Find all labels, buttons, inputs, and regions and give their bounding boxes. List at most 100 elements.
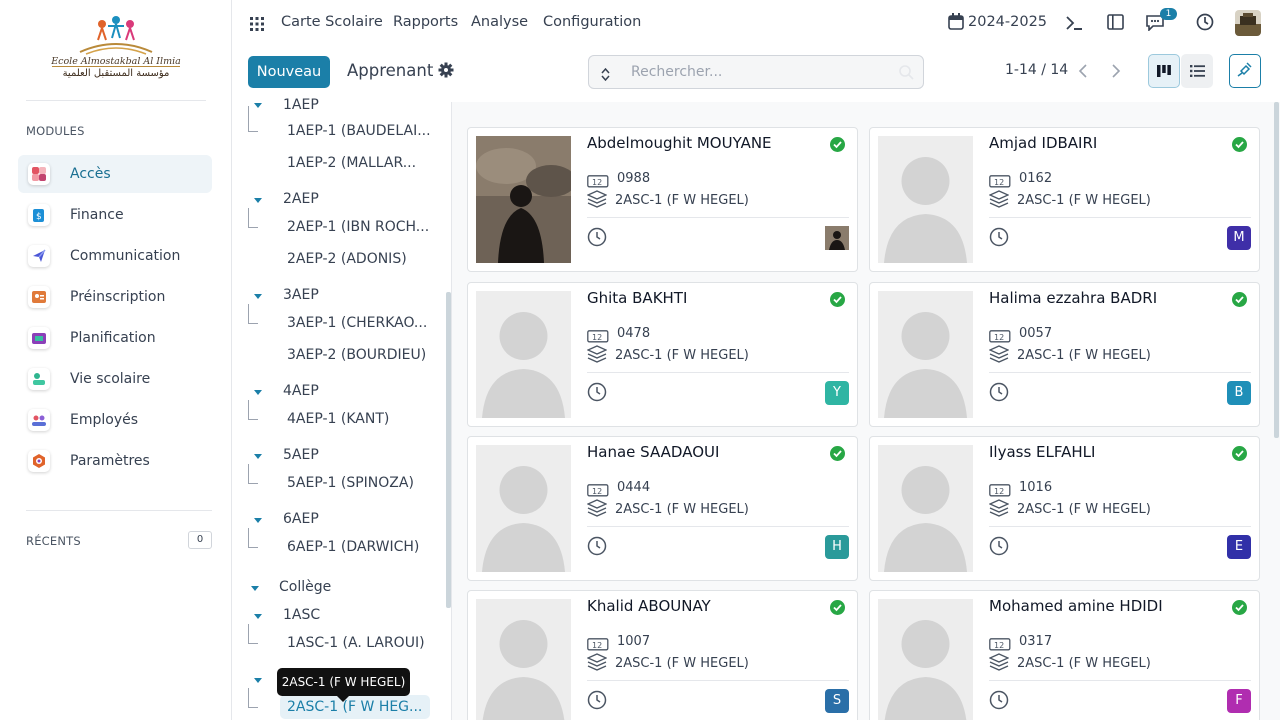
layers-icon xyxy=(586,499,608,521)
student-photo xyxy=(476,136,571,263)
student-card[interactable]: Halima ezzahra BADRI 12 0057 2ASC-1 (F W HE… xyxy=(869,282,1260,427)
tree-connector xyxy=(248,528,258,548)
responsible-avatar[interactable]: E xyxy=(1227,535,1251,559)
responsible-avatar[interactable] xyxy=(825,226,849,250)
tree-leaf[interactable]: 3AEP-2 (BOURDIEU) xyxy=(287,347,426,363)
responsible-avatar[interactable]: Y xyxy=(825,381,849,405)
tree-scrollbar[interactable] xyxy=(446,292,451,608)
card-divider xyxy=(989,526,1251,527)
tree-level-1asc[interactable]: 1ASC xyxy=(283,607,320,623)
caret-down-icon[interactable] xyxy=(254,454,262,459)
tree-leaf[interactable]: 2AEP-1 (IBN ROCH... xyxy=(287,219,429,235)
terminal-icon[interactable] xyxy=(1066,15,1082,34)
caret-down-icon[interactable] xyxy=(254,198,262,203)
nav-configuration[interactable]: Configuration xyxy=(543,14,641,30)
tree-leaf[interactable]: 4AEP-1 (KANT) xyxy=(287,411,389,427)
tree-leaf[interactable]: 5AEP-1 (SPINOZA) xyxy=(287,475,414,491)
clock-icon[interactable] xyxy=(587,536,607,560)
student-card[interactable]: Ilyass ELFAHLI 12 1016 2ASC-1 (F W HEGEL) E xyxy=(869,436,1260,581)
tree-leaf[interactable]: 3AEP-1 (CHERKAO... xyxy=(287,315,427,331)
student-class: 2ASC-1 (F W HEGEL) xyxy=(1017,502,1151,517)
caret-down-icon[interactable] xyxy=(254,294,262,299)
kanban-view-button[interactable] xyxy=(1148,54,1180,88)
responsible-avatar[interactable]: M xyxy=(1227,226,1251,250)
clock-icon[interactable] xyxy=(587,690,607,714)
tree-level-1aep[interactable]: 1AEP xyxy=(283,97,319,113)
clock-activity-icon[interactable] xyxy=(1196,13,1214,35)
sidebar-item-preinscription[interactable]: Préinscription xyxy=(18,278,212,316)
sidebar-toggle-icon[interactable] xyxy=(1107,14,1124,34)
tree-leaf[interactable]: 1AEP-2 (MALLAR... xyxy=(287,155,416,171)
responsible-avatar[interactable]: B xyxy=(1227,381,1251,405)
page-title: Apprenant xyxy=(347,61,434,80)
student-card[interactable]: Khalid ABOUNAY 12 1007 2ASC-1 (F W HEGEL) S xyxy=(467,590,858,720)
tree-leaf[interactable]: 2AEP-2 (ADONIS) xyxy=(287,251,407,267)
clock-icon[interactable] xyxy=(989,227,1009,251)
clock-icon[interactable] xyxy=(989,690,1009,714)
sidebar-item-finance[interactable]: $ Finance xyxy=(18,196,212,234)
nav-rapports[interactable]: Rapports xyxy=(393,14,458,30)
map-view-button[interactable] xyxy=(1229,54,1261,88)
caret-down-icon[interactable] xyxy=(254,678,262,683)
sidebar-item-planification[interactable]: Planification xyxy=(18,319,212,357)
student-card[interactable]: Ghita BAKHTI 12 0478 2ASC-1 (F W HEGEL) Y xyxy=(467,282,858,427)
clock-icon[interactable] xyxy=(587,227,607,251)
svg-text:12: 12 xyxy=(994,487,1004,496)
search-input[interactable]: Rechercher... xyxy=(588,55,924,89)
tree-group-college[interactable]: Collège xyxy=(279,579,331,595)
list-view-button[interactable] xyxy=(1181,54,1213,88)
kanban-cards-area: Abdelmoughit MOUYANE 12 0988 2ASC-1 (F W HE… xyxy=(452,102,1280,720)
sidebar-item-vie-scolaire[interactable]: Vie scolaire xyxy=(18,360,212,398)
tree-leaf[interactable]: 1ASC-1 (A. LAROUI) xyxy=(287,635,425,651)
gear-icon[interactable] xyxy=(438,62,454,82)
student-card[interactable]: Mohamed amine HDIDI 12 0317 2ASC-1 (F W HEG… xyxy=(869,590,1260,720)
school-logo[interactable]: Ecole Almostakbal Al Ilmia مؤسسة المستقب… xyxy=(50,14,182,84)
clock-icon[interactable] xyxy=(989,536,1009,560)
sidebar-item-parametres[interactable]: Paramètres xyxy=(18,442,212,480)
search-icon[interactable] xyxy=(899,65,914,84)
tree-leaf[interactable]: 6AEP-1 (DARWICH) xyxy=(287,539,419,555)
tree-level-4aep[interactable]: 4AEP xyxy=(283,383,319,399)
clock-icon[interactable] xyxy=(989,382,1009,406)
student-id: 0478 xyxy=(617,326,651,341)
sidebar-item-communication[interactable]: Communication xyxy=(18,237,212,275)
layers-icon xyxy=(586,345,608,367)
tree-leaf-selected[interactable]: 2ASC-1 (F W HEG... xyxy=(287,699,422,715)
check-circle-icon xyxy=(1232,137,1247,152)
cards-scrollbar[interactable] xyxy=(1274,102,1279,438)
responsible-avatar[interactable]: S xyxy=(825,689,849,713)
caret-down-icon[interactable] xyxy=(254,518,262,523)
student-card[interactable]: Hanae SAADAOUI 12 0444 2ASC-1 (F W HEGEL) H xyxy=(467,436,858,581)
tree-level-2aep[interactable]: 2AEP xyxy=(283,191,319,207)
caret-down-icon[interactable] xyxy=(254,390,262,395)
clock-icon[interactable] xyxy=(587,382,607,406)
sidebar-item-label: Planification xyxy=(70,330,156,346)
caret-down-icon[interactable] xyxy=(254,614,262,619)
apps-grid-icon[interactable] xyxy=(250,16,264,35)
chevron-right-icon[interactable] xyxy=(1109,63,1123,83)
sidebar-item-acces[interactable]: Accès xyxy=(18,155,212,193)
nav-carte-scolaire[interactable]: Carte Scolaire xyxy=(281,14,383,30)
tree-level-3aep[interactable]: 3AEP xyxy=(283,287,319,303)
tree-leaf[interactable]: 1AEP-1 (BAUDELAI... xyxy=(287,123,431,139)
card-divider xyxy=(989,372,1251,373)
user-avatar[interactable] xyxy=(1235,10,1261,36)
new-button[interactable]: Nouveau xyxy=(248,56,330,88)
sidebar: Ecole Almostakbal Al Ilmia مؤسسة المستقب… xyxy=(0,0,232,720)
sort-toggle-icon[interactable] xyxy=(601,66,610,85)
card-divider xyxy=(989,680,1251,681)
caret-down-icon[interactable] xyxy=(251,586,259,591)
employees-icon xyxy=(28,409,50,431)
student-card[interactable]: Amjad IDBAIRI 12 0162 2ASC-1 (F W HEGEL) M xyxy=(869,127,1260,272)
nav-analyse[interactable]: Analyse xyxy=(471,14,528,30)
school-year-selector[interactable]: 2024-2025 xyxy=(968,14,1047,30)
pager-value[interactable]: 1-14 / 14 xyxy=(1005,62,1068,78)
chevron-left-icon[interactable] xyxy=(1076,63,1090,83)
responsible-avatar[interactable]: F xyxy=(1227,689,1251,713)
sidebar-item-label: Paramètres xyxy=(70,453,150,469)
tree-level-5aep[interactable]: 5AEP xyxy=(283,447,319,463)
sidebar-item-employes[interactable]: Employés xyxy=(18,401,212,439)
responsible-avatar[interactable]: H xyxy=(825,535,849,559)
tree-level-6aep[interactable]: 6AEP xyxy=(283,511,319,527)
student-card[interactable]: Abdelmoughit MOUYANE 12 0988 2ASC-1 (F W HE… xyxy=(467,127,858,272)
